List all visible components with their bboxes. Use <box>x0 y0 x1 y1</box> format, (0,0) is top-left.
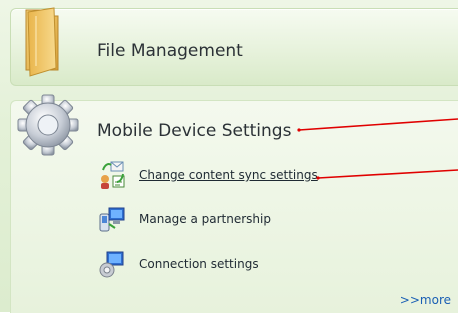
gear-icon <box>17 94 79 156</box>
content-sync-icon <box>101 161 125 189</box>
connection-settings-icon <box>99 251 124 278</box>
more-link[interactable]: >>more <box>400 293 451 307</box>
manage-partnership-link[interactable]: Manage a partnership <box>97 206 271 232</box>
folder-icon <box>25 7 59 77</box>
connection-settings-label[interactable]: Connection settings <box>139 257 259 271</box>
connection-settings-link[interactable]: Connection settings <box>97 251 259 278</box>
manage-partnership-label[interactable]: Manage a partnership <box>139 212 271 226</box>
partnership-icon <box>99 207 125 232</box>
change-content-sync-settings-link[interactable]: Change content sync settings <box>97 161 318 189</box>
file-management-title[interactable]: File Management <box>97 41 243 61</box>
change-content-sync-settings-label[interactable]: Change content sync settings <box>139 168 318 182</box>
window-content: File Management Mobile Device Settings C… <box>0 0 458 313</box>
mobile-device-settings-title[interactable]: Mobile Device Settings <box>97 121 291 141</box>
